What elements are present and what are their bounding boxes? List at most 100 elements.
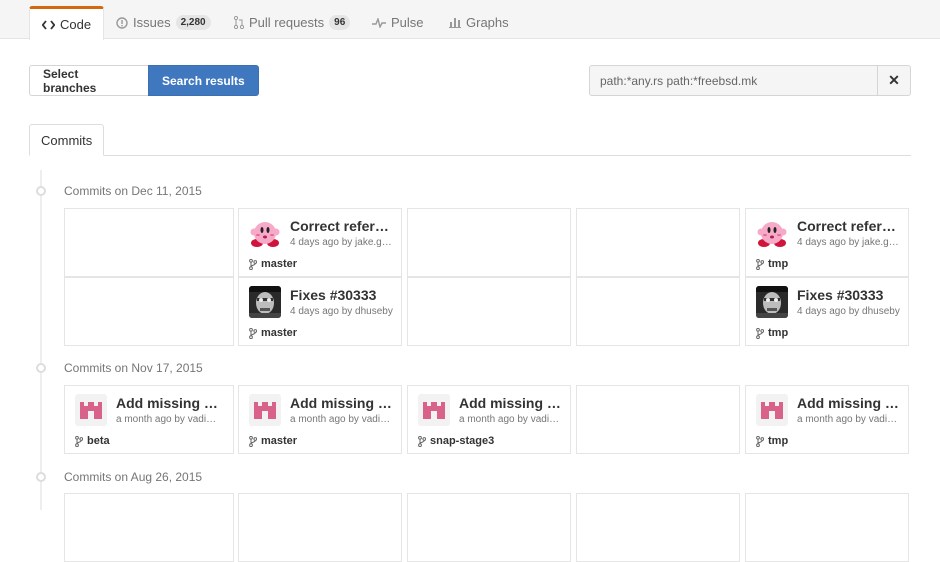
branch-icon (756, 435, 764, 447)
commit-meta: 4 days ago by jake.goulding (290, 237, 394, 248)
repo-nav: Code Issues 2,280 Pull requests 96 Pulse… (0, 0, 940, 40)
issue-icon (116, 16, 128, 29)
commit-meta: a month ago by vadimcn (797, 414, 901, 425)
tab-pull-requests[interactable]: Pull requests 96 (222, 6, 362, 39)
branch-label[interactable]: snap-stage3 (418, 435, 494, 447)
tab-graphs[interactable]: Graphs (437, 6, 521, 39)
branch-name: tmp (768, 435, 789, 447)
code-icon (42, 19, 55, 30)
commit-card[interactable]: Add missing annotations a month ago by va… (745, 385, 909, 454)
tab-code[interactable]: Code (29, 6, 105, 40)
empty-cell (576, 277, 740, 346)
branch-icon (249, 435, 257, 447)
search-results-button[interactable]: Search results (148, 65, 259, 96)
empty-cell (407, 493, 571, 562)
avatar[interactable] (756, 217, 788, 249)
branch-name: master (261, 435, 298, 447)
commit-meta: 4 days ago by dhuseby (797, 306, 900, 317)
pull-requests-count-badge: 96 (329, 15, 351, 30)
commit-card[interactable]: Correct reference to Rust 4 days ago by j… (238, 208, 402, 277)
avatar[interactable] (249, 394, 281, 426)
commit-card[interactable]: Correct reference to Rust 4 days ago by j… (745, 208, 909, 277)
commit-meta: a month ago by vadimcn (116, 414, 220, 425)
commit-title[interactable]: Add missing annotations (116, 395, 220, 411)
branch-icon (249, 258, 257, 270)
commit-card[interactable]: Add missing annotations a month ago by va… (238, 385, 402, 454)
empty-cell (64, 277, 234, 346)
empty-cell (576, 208, 740, 277)
tab-code-label: Code (60, 17, 92, 32)
empty-cell (407, 208, 571, 277)
timeline-line (40, 170, 42, 510)
branch-name: master (261, 258, 298, 270)
view-toggle: Select branches Search results (29, 65, 259, 96)
commit-title[interactable]: Add missing annotations (290, 395, 394, 411)
branch-label[interactable]: beta (75, 435, 110, 447)
clear-search-button[interactable]: ✕ (877, 65, 911, 96)
search-box: path:*any.rs path:*freebsd.mk ✕ (589, 65, 911, 96)
empty-cell (576, 385, 740, 454)
commit-card[interactable]: Fixes #30333 4 days ago by dhuseby tmp (745, 277, 909, 346)
branch-icon (249, 327, 257, 339)
tab-commits[interactable]: Commits (29, 124, 105, 156)
group-label: Commits on Aug 26, 2015 (64, 470, 203, 484)
avatar[interactable] (756, 286, 788, 318)
tab-graphs-label: Graphs (466, 15, 509, 30)
branch-label[interactable]: tmp (756, 435, 788, 447)
empty-cell (576, 493, 740, 562)
issues-count-badge: 2,280 (175, 15, 211, 30)
empty-cell (745, 493, 909, 562)
close-icon: ✕ (888, 72, 900, 88)
branch-label[interactable]: tmp (756, 327, 788, 339)
empty-cell (64, 208, 234, 277)
avatar[interactable] (249, 217, 281, 249)
avatar[interactable] (418, 394, 450, 426)
pull-request-icon (234, 16, 244, 29)
branch-icon (756, 258, 764, 270)
avatar[interactable] (75, 394, 107, 426)
commit-title[interactable]: Correct reference to Rust (797, 218, 901, 234)
commit-meta: a month ago by vadimcn (290, 414, 394, 425)
empty-cell (64, 493, 234, 562)
commit-card[interactable]: Add missing annotations a month ago by va… (407, 385, 571, 454)
branch-name: snap-stage3 (430, 435, 495, 447)
branch-label[interactable]: master (249, 327, 297, 339)
subtabs: Commits (29, 124, 911, 156)
timeline-dot (36, 186, 46, 196)
branch-name: beta (87, 435, 110, 447)
pulse-icon (372, 17, 386, 28)
branch-name: tmp (768, 327, 789, 339)
timeline-dot (36, 363, 46, 373)
branch-name: master (261, 327, 298, 339)
empty-cell (238, 493, 402, 562)
group-label: Commits on Nov 17, 2015 (64, 361, 203, 375)
avatar[interactable] (249, 286, 281, 318)
branch-label[interactable]: tmp (756, 258, 788, 270)
search-input[interactable]: path:*any.rs path:*freebsd.mk (589, 65, 877, 96)
commit-meta: a month ago by vadimcn (459, 414, 563, 425)
commit-card[interactable]: Fixes #30333 4 days ago by dhuseby master (238, 277, 402, 346)
empty-cell (407, 277, 571, 346)
commit-title[interactable]: Fixes #30333 (797, 287, 901, 303)
tab-issues[interactable]: Issues 2,280 (104, 6, 223, 39)
tab-issues-label: Issues (133, 15, 171, 30)
tab-pulse-label: Pulse (391, 15, 424, 30)
commit-title[interactable]: Fixes #30333 (290, 287, 394, 303)
branch-label[interactable]: master (249, 258, 297, 270)
commit-title[interactable]: Correct reference to Rust (290, 218, 394, 234)
group-label: Commits on Dec 11, 2015 (64, 184, 202, 198)
branch-icon (418, 435, 426, 447)
timeline-dot (36, 472, 46, 482)
branch-label[interactable]: master (249, 435, 297, 447)
graph-icon (449, 17, 461, 28)
commit-title[interactable]: Add missing annotations (459, 395, 563, 411)
commit-card[interactable]: Add missing annotations a month ago by va… (64, 385, 234, 454)
tab-pull-requests-label: Pull requests (249, 15, 325, 30)
avatar[interactable] (756, 394, 788, 426)
commit-meta: 4 days ago by dhuseby (290, 306, 393, 317)
tab-pulse[interactable]: Pulse (360, 6, 436, 39)
select-branches-button[interactable]: Select branches (29, 65, 148, 96)
commit-meta: 4 days ago by jake.goulding (797, 237, 901, 248)
commit-title[interactable]: Add missing annotations (797, 395, 901, 411)
branch-icon (75, 435, 83, 447)
